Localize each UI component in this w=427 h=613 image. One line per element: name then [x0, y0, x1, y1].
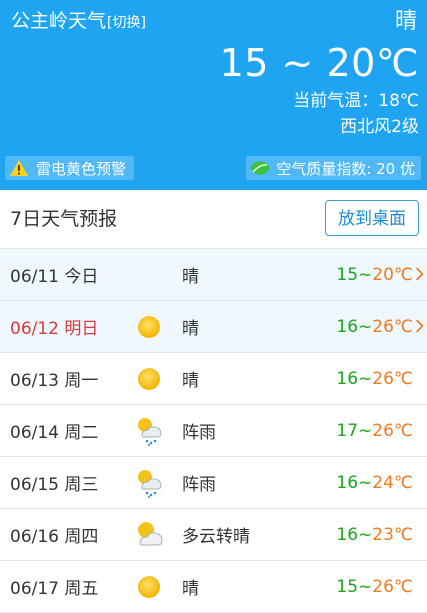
forecast-temp-range: 15~20℃ [336, 265, 413, 285]
city-name: 公主岭天气 [11, 10, 107, 32]
range-separator: ~ [358, 316, 373, 337]
sun-icon [134, 312, 164, 342]
forecast-row: 06/14 周二 阵雨 17~26℃ [0, 405, 427, 457]
forecast-condition: 晴 [182, 267, 199, 287]
high-temp: 23℃ [372, 524, 413, 545]
low-temp: 16 [336, 472, 359, 493]
forecast-row: 06/13 周一 晴 16~26℃ [0, 353, 427, 405]
forecast-date: 06/16 周四 [10, 527, 99, 547]
range-separator: ~ [358, 576, 373, 597]
moon-icon [134, 260, 164, 290]
high-temp: 26℃ [372, 368, 413, 389]
range-separator: ~ [358, 368, 373, 389]
forecast-condition: 晴 [182, 579, 199, 599]
add-to-desktop-button[interactable]: 放到桌面 [325, 200, 419, 236]
forecast-temp-range: 16~26℃ [336, 317, 413, 337]
forecast-temp-range: 15~26℃ [336, 577, 413, 597]
range-separator: ~ [358, 524, 373, 545]
low-temp: 16 [336, 368, 359, 389]
city-title: 公主岭天气[切换] [11, 9, 146, 35]
forecast-condition: 阵雨 [182, 475, 216, 495]
air-quality-badge[interactable]: 空气质量指数: 20 优 [246, 156, 421, 180]
today-temp-range: 15 ~ 20℃ [219, 41, 419, 85]
high-temp: 26℃ [372, 576, 413, 597]
low-temp: 17 [336, 420, 359, 441]
forecast-condition: 晴 [182, 371, 199, 391]
forecast-section-header: 7日天气预报 放到桌面 [0, 190, 427, 249]
forecast-date: 06/15 周三 [10, 475, 99, 495]
forecast-row[interactable]: 06/11 今日 晴 15~20℃ [0, 249, 427, 301]
range-separator: ~ [358, 420, 373, 441]
high-temp: 20℃ [372, 264, 413, 285]
forecast-temp-range: 16~23℃ [336, 525, 413, 545]
forecast-row: 06/16 周四 多云转晴 16~23℃ [0, 509, 427, 561]
aqi-text: 空气质量指数: 20 优 [276, 159, 415, 178]
shower-icon [134, 468, 164, 498]
high-temp: 26℃ [372, 420, 413, 441]
sun-icon [134, 572, 164, 602]
forecast-condition: 多云转晴 [182, 527, 250, 547]
chevron-right-icon[interactable] [415, 318, 424, 334]
forecast-temp-range: 17~26℃ [336, 421, 413, 441]
low-temp: 15 [336, 264, 359, 285]
shower-icon [134, 416, 164, 446]
low-temp: 15 [336, 576, 359, 597]
forecast-condition: 晴 [182, 319, 199, 339]
alert-text: 雷电黄色预警 [36, 159, 127, 178]
sun-icon [134, 364, 164, 394]
switch-city-link[interactable]: [切换] [107, 15, 146, 31]
high-temp: 24℃ [372, 472, 413, 493]
high-temp: 26℃ [372, 316, 413, 337]
forecast-row: 06/15 周三 阵雨 16~24℃ [0, 457, 427, 509]
forecast-date: 06/11 今日 [10, 267, 99, 287]
weather-alert-badge[interactable]: 雷电黄色预警 [5, 156, 135, 180]
crescent-moon-icon [22, 68, 78, 124]
chevron-right-icon[interactable] [415, 266, 424, 282]
weather-header: 公主岭天气[切换] 晴 15 ~ 20℃ 当前气温：18℃ 西北风2级 雷电黄色… [0, 0, 427, 190]
forecast-temp-range: 16~26℃ [336, 369, 413, 389]
wind-info: 西北风2级 [340, 117, 419, 137]
current-condition: 晴 [394, 9, 417, 34]
forecast-condition: 阵雨 [182, 423, 216, 443]
forecast-title: 7日天气预报 [10, 208, 118, 230]
cloudy-sun-icon [134, 520, 164, 550]
current-temperature: 当前气温：18℃ [293, 91, 419, 111]
warning-icon [9, 159, 29, 177]
low-temp: 16 [336, 524, 359, 545]
forecast-row[interactable]: 06/12 明日 晴 16~26℃ [0, 301, 427, 353]
leaf-icon [250, 160, 270, 176]
low-temp: 16 [336, 316, 359, 337]
range-separator: ~ [358, 264, 373, 285]
forecast-list: 06/11 今日晴 15~20℃ 06/12 明日晴 16~26℃ 06/13 周一晴 1… [0, 249, 427, 613]
forecast-date: 06/17 周五 [10, 579, 99, 599]
range-separator: ~ [358, 472, 373, 493]
forecast-date: 06/13 周一 [10, 371, 99, 391]
forecast-temp-range: 16~24℃ [336, 473, 413, 493]
forecast-row: 06/17 周五 晴 15~26℃ [0, 561, 427, 613]
forecast-date: 06/14 周二 [10, 423, 99, 443]
forecast-date: 06/12 明日 [10, 319, 99, 339]
